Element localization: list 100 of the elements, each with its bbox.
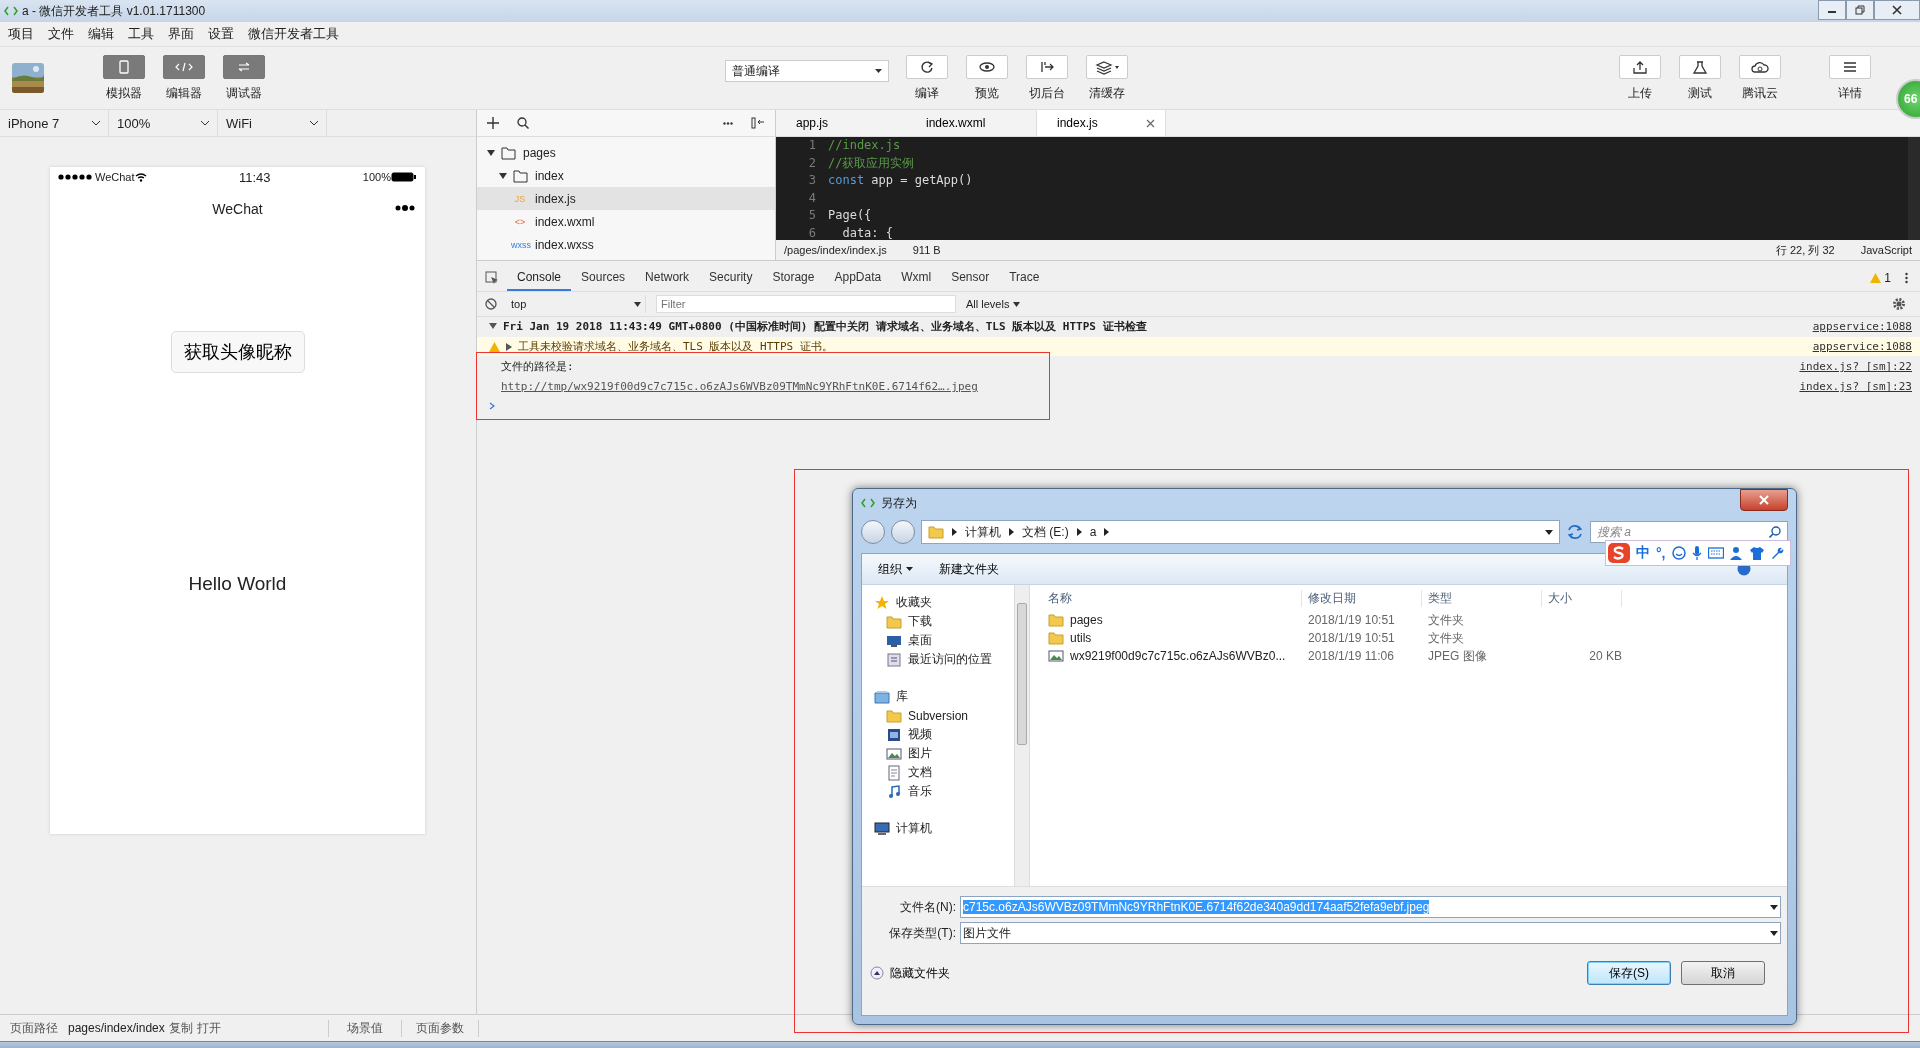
toolbar-button[interactable]: 调试器 bbox=[214, 54, 274, 102]
close-icon bbox=[1759, 495, 1769, 505]
nav-item[interactable]: 桌面 bbox=[886, 631, 1014, 650]
devtools-tab[interactable]: Sources bbox=[571, 265, 636, 291]
line-number: 6 bbox=[807, 224, 816, 240]
source-link[interactable]: index.js? [sm]:22 bbox=[1799, 360, 1912, 373]
nav-item[interactable]: 音乐 bbox=[886, 782, 1014, 801]
menu-item[interactable]: 界面 bbox=[168, 25, 194, 43]
window-title: a - 微信开发者工具 v1.01.1711300 bbox=[22, 2, 206, 20]
editor-tab[interactable]: app.js bbox=[776, 110, 906, 136]
devtools-tab[interactable]: Console bbox=[507, 265, 572, 291]
organize-button[interactable]: 组织 bbox=[878, 560, 913, 578]
devtools-tab[interactable]: Sensor bbox=[941, 265, 1000, 291]
menu-item[interactable]: 微信开发者工具 bbox=[248, 25, 339, 43]
toolbar-button[interactable]: 编译 bbox=[896, 54, 957, 102]
toolbar-button[interactable]: 模拟器 bbox=[94, 54, 154, 102]
caret-icon bbox=[1013, 301, 1021, 307]
search-field[interactable]: 搜索 a bbox=[1590, 521, 1788, 543]
battery-percent: 100% bbox=[362, 171, 391, 183]
nav-item[interactable]: 下载 bbox=[886, 612, 1014, 631]
source-link[interactable]: appservice:1088 bbox=[1812, 340, 1912, 353]
devtools-tab[interactable]: Storage bbox=[762, 265, 825, 291]
tree-item[interactable]: JS index.js bbox=[477, 187, 775, 210]
filetype-dropdown[interactable]: 图片文件 bbox=[960, 922, 1781, 944]
zoom-dropdown[interactable]: 100% bbox=[109, 110, 218, 136]
toolbar-button[interactable]: 编辑器 bbox=[154, 54, 214, 102]
tree-item[interactable]: wxss index.wxss bbox=[477, 233, 775, 256]
file-name[interactable]: wx9219f00d9c7c715c.o6zAJs6WVBz0... bbox=[1070, 649, 1286, 663]
nav-item[interactable]: 计算机 bbox=[874, 819, 1014, 838]
scrollbar[interactable] bbox=[1014, 585, 1030, 886]
carrier-label: WeChat bbox=[95, 171, 135, 183]
scrollbar[interactable] bbox=[1908, 137, 1920, 240]
toolbar-button[interactable]: 切后台 bbox=[1016, 54, 1077, 102]
levels-dropdown[interactable]: All levels bbox=[966, 298, 1021, 310]
source-link[interactable]: index.js? [sm]:23 bbox=[1799, 380, 1912, 393]
menu-item[interactable]: 编辑 bbox=[88, 25, 114, 43]
devtools-tab[interactable]: Wxml bbox=[891, 265, 942, 291]
menu-item[interactable]: 文件 bbox=[48, 25, 74, 43]
nav-item[interactable]: 最近访问的位置 bbox=[886, 650, 1014, 669]
editor-tab[interactable]: index.wxml bbox=[906, 110, 1036, 136]
file-link[interactable]: http://tmp/wx9219f00d9c7c715c.o6zAJs6WVBz09TMmNc9YRhFtnK0E.6714f62….jpeg bbox=[501, 380, 978, 393]
file-name[interactable]: pages bbox=[1070, 613, 1103, 627]
nav-item[interactable]: 收藏夹 bbox=[874, 593, 1014, 612]
toolbar-button[interactable]: 清缓存 bbox=[1076, 54, 1137, 102]
breadcrumb-item[interactable]: 文档 (E:) bbox=[1022, 523, 1069, 541]
toolbar-button[interactable]: 详情 bbox=[1820, 54, 1880, 102]
tree-item[interactable]: index bbox=[477, 164, 775, 187]
menu-item[interactable]: 项目 bbox=[8, 25, 34, 43]
toolbar-button[interactable]: 预览 bbox=[956, 54, 1017, 102]
devtools-tab[interactable]: Security bbox=[699, 265, 763, 291]
nav-item[interactable]: 视频 bbox=[886, 725, 1014, 744]
copy-link[interactable]: 复制 bbox=[164, 1019, 197, 1037]
nav-item[interactable]: 文档 bbox=[886, 763, 1014, 782]
tree-item[interactable]: <> index.wxml bbox=[477, 210, 775, 233]
cursor-position: 行 22, 列 32 bbox=[1775, 242, 1835, 258]
code-editor[interactable]: 1 2 3 4 5 6 //index.js //获取应用实例 const app = getApp() Page({ data: { bbox=[776, 137, 1920, 240]
toolbar-button[interactable]: 上传 bbox=[1610, 54, 1670, 102]
nav-item[interactable]: 库 bbox=[874, 687, 1014, 706]
filter-field[interactable]: Filter bbox=[656, 295, 956, 313]
status-time: 11:43 bbox=[237, 169, 272, 185]
network-dropdown[interactable]: WiFi bbox=[218, 110, 327, 136]
forward-button[interactable] bbox=[891, 520, 915, 544]
punctuation-mode[interactable]: °, bbox=[1656, 545, 1666, 561]
close-button[interactable] bbox=[1874, 0, 1920, 20]
devtools-tab[interactable]: AppData bbox=[824, 265, 892, 291]
menu-item[interactable]: 设置 bbox=[208, 25, 234, 43]
file-name[interactable]: utils bbox=[1070, 631, 1092, 645]
get-profile-button[interactable]: 获取头像昵称 bbox=[170, 331, 305, 373]
back-button[interactable] bbox=[861, 520, 885, 544]
breadcrumb-item[interactable]: a bbox=[1089, 525, 1097, 539]
new-folder-button[interactable]: 新建文件夹 bbox=[939, 560, 999, 578]
device-dropdown[interactable]: iPhone 7 bbox=[0, 110, 109, 136]
close-button[interactable] bbox=[1740, 489, 1788, 511]
minimize-button[interactable] bbox=[1818, 0, 1846, 20]
devtools-tab[interactable]: Trace bbox=[999, 265, 1050, 291]
source-link[interactable]: appservice:1088 bbox=[1812, 320, 1912, 333]
dialog-button[interactable]: 保存(S) bbox=[1587, 961, 1671, 985]
toolbar-button[interactable]: 测试 bbox=[1670, 54, 1730, 102]
menu-item[interactable]: 工具 bbox=[128, 25, 154, 43]
address-bar[interactable]: 计算机 文档 (E:) a bbox=[921, 520, 1560, 544]
nav-item[interactable]: 图片 bbox=[886, 744, 1014, 763]
ime-mode[interactable]: 中 bbox=[1636, 544, 1650, 562]
column-header[interactable]: 名称 bbox=[1042, 589, 1302, 607]
context-dropdown[interactable]: top bbox=[507, 295, 646, 313]
nav-item[interactable]: Subversion bbox=[886, 706, 1014, 725]
column-header[interactable]: 大小 bbox=[1542, 589, 1622, 607]
smiley-icon bbox=[1671, 546, 1686, 560]
editor-tab[interactable]: index.js bbox=[1036, 110, 1166, 136]
column-header[interactable]: 修改日期 bbox=[1302, 589, 1422, 607]
compile-mode-dropdown[interactable]: 普通编译 bbox=[724, 60, 889, 82]
open-link[interactable]: 打开 bbox=[196, 1019, 221, 1037]
prompt-icon bbox=[489, 402, 495, 410]
breadcrumb-item[interactable]: 计算机 bbox=[965, 523, 1001, 541]
column-header[interactable]: 类型 bbox=[1422, 589, 1542, 607]
hide-folders-toggle[interactable]: 隐藏文件夹 bbox=[870, 964, 950, 982]
more-icon bbox=[723, 121, 733, 125]
tree-item[interactable]: pages bbox=[477, 141, 775, 164]
devtools-tab[interactable]: Network bbox=[635, 265, 700, 291]
dialog-button[interactable]: 取消 bbox=[1681, 961, 1765, 985]
toolbar-button[interactable]: 腾讯云 bbox=[1730, 54, 1790, 102]
